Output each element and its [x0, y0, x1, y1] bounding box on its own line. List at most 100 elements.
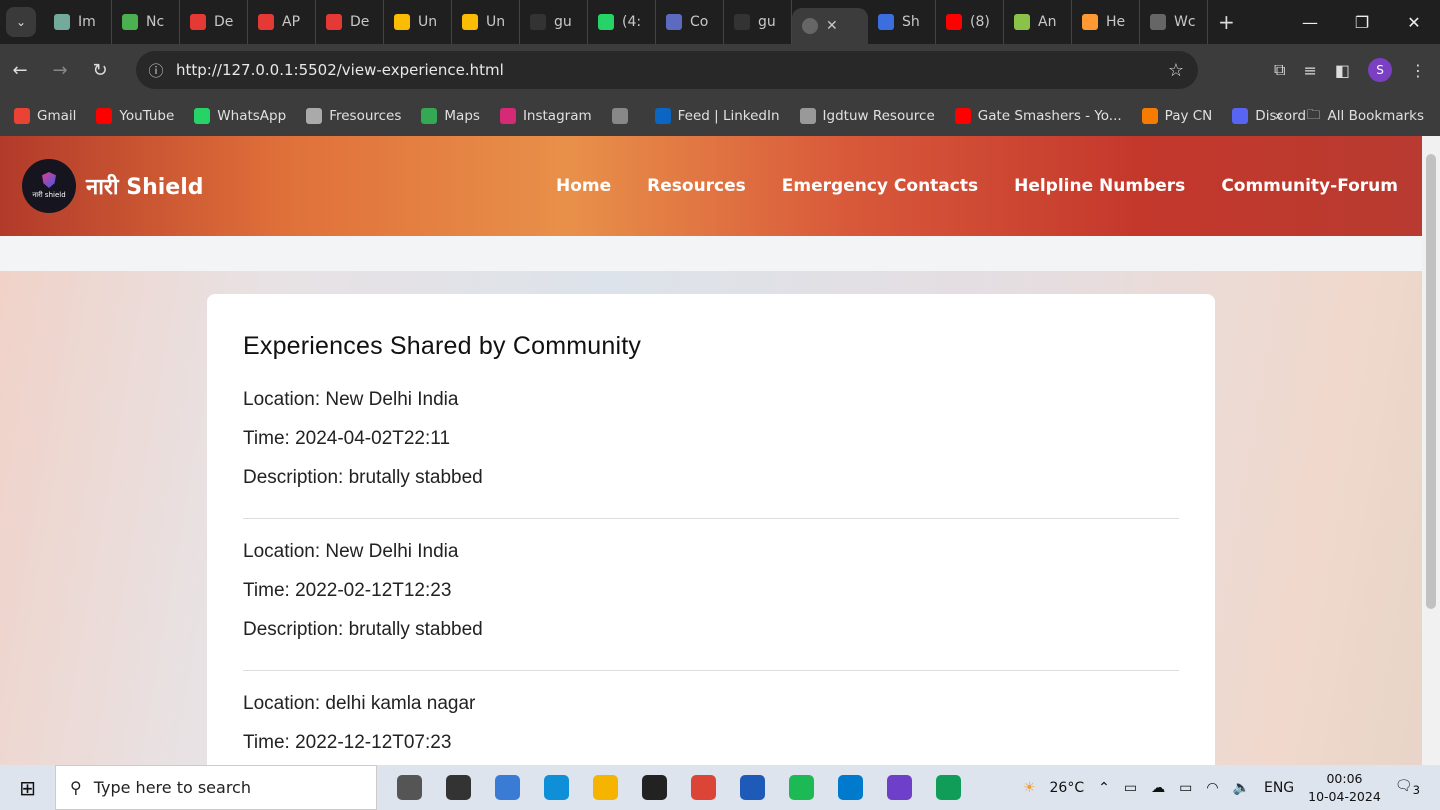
tab[interactable]: Wc — [1140, 0, 1208, 44]
site-logo[interactable]: नारी shield — [22, 159, 76, 213]
nav-link[interactable]: Helpline Numbers — [1014, 176, 1185, 196]
vscode-icon[interactable] — [838, 775, 863, 800]
tab[interactable]: De — [316, 0, 384, 44]
notifications-icon[interactable]: 🗨3 — [1395, 778, 1420, 797]
chrome-2-icon[interactable] — [936, 775, 961, 800]
tab[interactable]: (8) — [936, 0, 1004, 44]
reload-button[interactable]: ↻ — [80, 60, 120, 81]
tab[interactable]: gu — [724, 0, 792, 44]
shield-icon — [42, 172, 56, 188]
tab-title: De — [350, 14, 370, 30]
nav-link[interactable]: Community-Forum — [1221, 176, 1398, 196]
chrome-icon[interactable] — [691, 775, 716, 800]
bookmark-item[interactable]: Igdtuw Resource — [799, 108, 935, 124]
tab-favicon-icon — [462, 14, 478, 30]
experience-time: Time: 2022-02-12T12:23 — [243, 580, 452, 601]
weather-temp[interactable]: 26°C — [1050, 780, 1085, 796]
tab-close-icon[interactable]: ✕ — [826, 18, 838, 34]
all-bookmarks[interactable]: 🗀 All Bookmarks — [1307, 105, 1424, 128]
tab-favicon-icon — [1014, 14, 1030, 30]
bookmark-item[interactable]: Feed | LinkedIn — [654, 108, 780, 124]
bookmark-star-icon[interactable]: ☆ — [1168, 60, 1184, 81]
bookmark-favicon-icon — [611, 108, 628, 124]
bookmark-item[interactable] — [611, 108, 635, 124]
tab[interactable]: Im — [44, 0, 112, 44]
tab-favicon-icon — [1082, 14, 1098, 30]
side-panel-icon[interactable]: ◧ — [1335, 61, 1350, 80]
profile-avatar[interactable]: S — [1368, 58, 1392, 82]
close-window-button[interactable]: ✕ — [1388, 0, 1440, 44]
address-bar[interactable]: ⓘ http://127.0.0.1:5502/view-experience.… — [136, 51, 1198, 89]
experience-location: Location: New Delhi India — [243, 541, 459, 562]
nav-link[interactable]: Home — [556, 176, 611, 196]
bookmark-item[interactable]: Gmail — [14, 108, 76, 124]
tab[interactable]: AP — [248, 0, 316, 44]
volume-icon[interactable]: 🔈 — [1233, 780, 1250, 796]
task-view-icon[interactable] — [397, 775, 422, 800]
tab-title: (4: — [622, 14, 642, 30]
camera-icon[interactable]: ▭ — [1124, 780, 1137, 796]
tab-search-button[interactable]: ⌄ — [6, 7, 36, 37]
clock[interactable]: 00:06 10-04-2024 — [1308, 770, 1381, 806]
bookmark-item[interactable]: Pay CN — [1141, 108, 1212, 124]
nav-link[interactable]: Emergency Contacts — [782, 176, 978, 196]
tab[interactable]: Un — [452, 0, 520, 44]
taskbar-search[interactable]: ⚲ Type here to search — [55, 765, 377, 810]
site-info-icon[interactable]: ⓘ — [136, 60, 176, 81]
battery-icon[interactable]: ▭ — [1179, 780, 1192, 796]
tab-active[interactable]: ✕ — [792, 8, 868, 44]
tab[interactable]: He — [1072, 0, 1140, 44]
bookmark-item[interactable]: Maps — [421, 108, 480, 124]
wifi-icon[interactable]: ◠ — [1206, 780, 1218, 796]
bookmark-favicon-icon — [1141, 108, 1158, 124]
dell-icon[interactable] — [642, 775, 667, 800]
tab[interactable]: Co — [656, 0, 724, 44]
back-button[interactable]: ← — [0, 60, 40, 81]
tab-favicon-icon — [326, 14, 342, 30]
tab-favicon-icon — [1150, 14, 1166, 30]
menu-icon[interactable]: ⋮ — [1410, 61, 1426, 80]
bookmark-item[interactable]: Fresources — [306, 108, 401, 124]
tray-chevron-icon[interactable]: ⌃ — [1098, 780, 1110, 796]
unity-icon[interactable] — [446, 775, 471, 800]
more-bookmarks-icon[interactable]: » — [1275, 108, 1283, 124]
tab[interactable]: gu — [520, 0, 588, 44]
scrollbar-thumb[interactable] — [1426, 154, 1436, 609]
tab[interactable]: An — [1004, 0, 1072, 44]
tab[interactable]: Nc — [112, 0, 180, 44]
restore-button[interactable]: ❐ — [1336, 0, 1388, 44]
bookmark-favicon-icon — [421, 108, 438, 124]
edge-icon[interactable] — [544, 775, 569, 800]
tab[interactable]: (4: — [588, 0, 656, 44]
store-icon[interactable] — [740, 775, 765, 800]
calculator-icon[interactable] — [495, 775, 520, 800]
experience-location: Location: delhi kamla nagar — [243, 693, 476, 714]
extensions-icon[interactable]: ⧉ — [1274, 60, 1285, 80]
bookmark-item[interactable]: YouTube — [96, 108, 174, 124]
experience-location: Location: New Delhi India — [243, 389, 459, 410]
bookmark-item[interactable]: Instagram — [499, 108, 592, 124]
forward-button[interactable]: → — [40, 60, 80, 81]
onedrive-icon[interactable]: ☁ — [1151, 780, 1165, 796]
minimize-button[interactable]: — — [1284, 0, 1336, 44]
experience-time: Time: 2022-12-12T07:23 — [243, 732, 452, 753]
nav-link[interactable]: Resources — [647, 176, 746, 196]
globe-icon — [802, 18, 818, 34]
github-desktop-icon[interactable] — [887, 775, 912, 800]
tab-title: Un — [486, 14, 506, 30]
bookmark-item[interactable]: WhatsApp — [194, 108, 286, 124]
new-tab-button[interactable]: + — [1218, 10, 1235, 34]
tab[interactable]: De — [180, 0, 248, 44]
windows-start-icon[interactable]: ⊞ — [0, 776, 55, 800]
tab[interactable]: Un — [384, 0, 452, 44]
tab-favicon-icon — [122, 14, 138, 30]
weather-icon[interactable]: ☀ — [1023, 780, 1036, 796]
experience-description: Description: brutally stabbed — [243, 619, 483, 640]
scrollbar[interactable] — [1422, 136, 1440, 765]
tab[interactable]: Sh — [868, 0, 936, 44]
file-explorer-icon[interactable] — [593, 775, 618, 800]
media-icon[interactable]: ≡ — [1303, 61, 1316, 80]
spotify-icon[interactable] — [789, 775, 814, 800]
bookmark-item[interactable]: Gate Smashers - Yo... — [954, 108, 1122, 124]
language-indicator[interactable]: ENG — [1264, 780, 1294, 796]
